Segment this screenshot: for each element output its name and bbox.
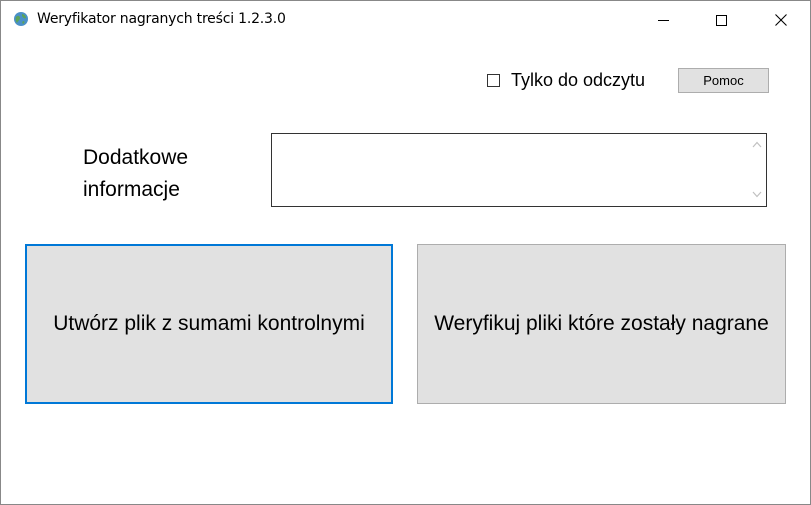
create-checksum-file-button[interactable]: Utwórz plik z sumami kontrolnymi: [25, 244, 393, 404]
title-bar[interactable]: Weryfikator nagranych treści 1.2.3.0: [1, 1, 810, 39]
window-title: Weryfikator nagranych treści 1.2.3.0: [37, 11, 286, 27]
minimize-icon: [657, 19, 669, 21]
scroll-up-icon[interactable]: [752, 141, 762, 148]
scroll-down-icon[interactable]: [752, 191, 762, 198]
minimize-button[interactable]: [634, 1, 692, 39]
maximize-button[interactable]: [692, 1, 750, 39]
additional-info-label: Dodatkowe informacje: [83, 146, 189, 201]
globe-icon: [14, 12, 28, 26]
maximize-icon: [715, 14, 727, 26]
textarea-scrollbar[interactable]: [746, 134, 766, 206]
readonly-label[interactable]: Tylko do odczytu: [511, 70, 645, 91]
additional-info-textarea[interactable]: [271, 133, 767, 207]
help-button[interactable]: Pomoc: [678, 68, 769, 93]
readonly-checkbox[interactable]: [487, 74, 500, 87]
readonly-checkbox-group[interactable]: Tylko do odczytu: [487, 70, 645, 91]
close-icon: [775, 14, 787, 26]
close-button[interactable]: [752, 1, 810, 39]
app-window: Weryfikator nagranych treści 1.2.3.0 Tyl…: [0, 0, 811, 505]
verify-recorded-files-button[interactable]: Weryfikuj pliki które zostały nagrane: [417, 244, 786, 404]
